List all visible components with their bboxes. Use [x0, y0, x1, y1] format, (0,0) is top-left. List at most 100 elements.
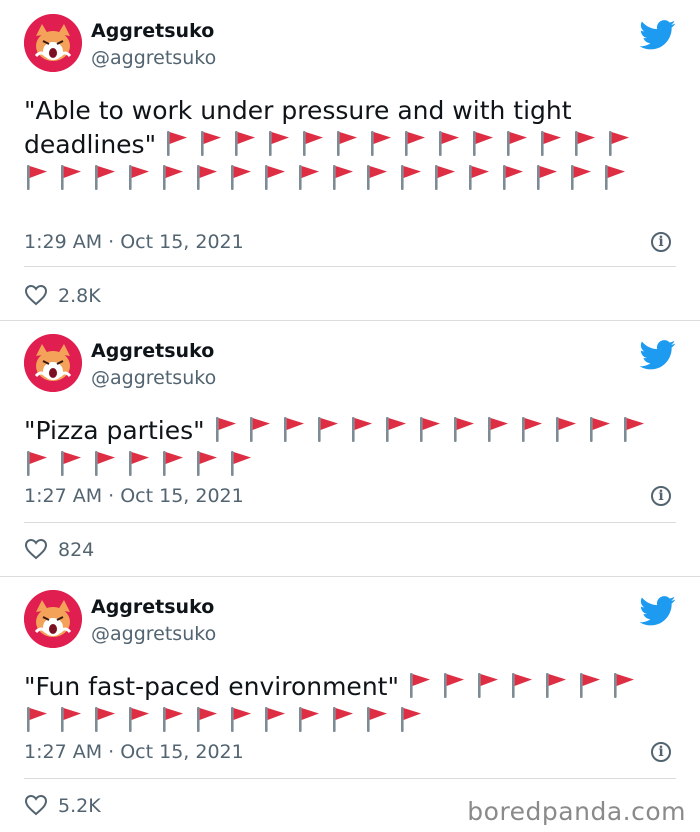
avatar[interactable] — [24, 14, 82, 72]
red-flag-emoji — [92, 449, 118, 477]
tweet-text: "Fun fast-paced environment" — [24, 670, 664, 738]
red-flag-emoji — [441, 671, 467, 699]
red-flag-emoji — [500, 163, 526, 191]
red-flag-emoji — [58, 163, 84, 191]
red-flag-emoji — [451, 415, 477, 443]
user-handle[interactable]: @aggretsuko — [91, 367, 216, 389]
red-flag-emoji — [281, 415, 307, 443]
heart-icon[interactable] — [24, 284, 48, 306]
red-flag-emoji — [402, 129, 428, 157]
red-flag-emoji — [262, 163, 288, 191]
red-flag-emoji — [160, 705, 186, 733]
tweet-text: "Able to work under pressure and with ti… — [24, 94, 664, 196]
red-flag-emoji — [568, 163, 594, 191]
watermark: boredpanda.com — [467, 797, 686, 826]
red-flag-emoji — [398, 705, 424, 733]
red-flag-emoji — [296, 163, 322, 191]
red-flag-emoji — [432, 163, 458, 191]
red-flag-emoji — [228, 449, 254, 477]
red-flag-emoji — [364, 705, 390, 733]
red-flag-emoji — [194, 449, 220, 477]
red-flag-emoji — [24, 705, 50, 733]
red-flag-emoji — [470, 129, 496, 157]
divider — [24, 778, 676, 779]
red-flag-emoji — [334, 129, 360, 157]
like-count[interactable]: 824 — [24, 538, 94, 562]
tweet-header: Aggretsuko @aggretsuko — [24, 14, 676, 74]
red-flag-emoji — [164, 129, 190, 157]
user-handle[interactable]: @aggretsuko — [91, 623, 216, 645]
tweet-timestamp[interactable]: 1:27 AM · Oct 15, 2021 — [24, 484, 244, 508]
red-flag-emoji — [398, 163, 424, 191]
red-flag-emoji — [436, 129, 462, 157]
red-flag-emoji — [368, 129, 394, 157]
tweet-quote: "Fun fast-paced environment" — [24, 672, 399, 701]
red-flag-emoji — [262, 705, 288, 733]
display-name[interactable]: Aggretsuko — [91, 596, 214, 618]
red-flag-emoji — [534, 163, 560, 191]
red-flag-emoji — [213, 415, 239, 443]
red-flag-emoji — [572, 129, 598, 157]
red-flag-emoji — [160, 163, 186, 191]
red-flag-emoji — [611, 671, 637, 699]
like-count-value: 5.2K — [58, 795, 101, 817]
red-flag-emoji — [621, 415, 647, 443]
divider — [24, 266, 676, 267]
red-flag-emoji — [266, 129, 292, 157]
red-flag-emoji — [330, 163, 356, 191]
display-name[interactable]: Aggretsuko — [91, 20, 214, 42]
red-flag-emoji — [407, 671, 433, 699]
red-flag-emoji — [126, 449, 152, 477]
tweet-header: Aggretsuko @aggretsuko — [24, 334, 676, 394]
red-flag-emoji — [58, 449, 84, 477]
red-flag-emoji — [417, 415, 443, 443]
like-count[interactable]: 5.2K — [24, 794, 101, 818]
info-icon[interactable]: i — [651, 486, 671, 506]
twitter-bird-icon[interactable] — [639, 20, 676, 50]
red-flag-emoji — [485, 415, 511, 443]
red-flag-emoji — [92, 163, 118, 191]
red-flag-emoji — [349, 415, 375, 443]
red-flag-emoji — [587, 415, 613, 443]
red-flag-emoji — [228, 705, 254, 733]
like-count[interactable]: 2.8K — [24, 284, 101, 308]
red-flag-emoji — [300, 129, 326, 157]
tweet-text: "Pizza parties" — [24, 414, 664, 482]
red-flag-emoji — [330, 705, 356, 733]
avatar[interactable] — [24, 334, 82, 392]
red-flag-emoji — [194, 163, 220, 191]
red-flag-emoji — [519, 415, 545, 443]
red-flag-emoji — [538, 129, 564, 157]
red-flag-emoji — [364, 163, 390, 191]
twitter-bird-icon[interactable] — [639, 340, 676, 370]
red-flag-emoji — [228, 163, 254, 191]
twitter-bird-icon[interactable] — [639, 596, 676, 626]
red-flag-emoji — [315, 415, 341, 443]
info-icon[interactable]: i — [651, 232, 671, 252]
heart-icon[interactable] — [24, 794, 48, 816]
red-flag-emoji — [126, 163, 152, 191]
red-flag-emoji — [92, 705, 118, 733]
red-flag-emoji — [383, 415, 409, 443]
red-flag-emoji — [553, 415, 579, 443]
tweet-card[interactable]: Aggretsuko @aggretsuko "Fun fast-paced e… — [0, 576, 700, 832]
tweet-card[interactable]: Aggretsuko @aggretsuko "Able to work und… — [0, 0, 700, 320]
like-count-value: 824 — [58, 539, 95, 561]
red-flag-emoji — [543, 671, 569, 699]
red-flag-emoji — [296, 705, 322, 733]
red-flag-emoji — [504, 129, 530, 157]
red-flag-emoji — [466, 163, 492, 191]
tweet-timestamp[interactable]: 1:27 AM · Oct 15, 2021 — [24, 740, 244, 764]
red-flag-emoji — [126, 705, 152, 733]
tweet-header: Aggretsuko @aggretsuko — [24, 590, 676, 650]
display-name[interactable]: Aggretsuko — [91, 340, 214, 362]
avatar[interactable] — [24, 590, 82, 648]
heart-icon[interactable] — [24, 538, 48, 560]
tweet-card[interactable]: Aggretsuko @aggretsuko "Pizza parties" 1… — [0, 320, 700, 576]
tweet-timestamp[interactable]: 1:29 AM · Oct 15, 2021 — [24, 230, 244, 254]
red-flag-emoji — [606, 129, 632, 157]
red-flag-emoji — [198, 129, 224, 157]
info-icon[interactable]: i — [651, 742, 671, 762]
user-handle[interactable]: @aggretsuko — [91, 47, 216, 69]
red-flag-emoji — [160, 449, 186, 477]
